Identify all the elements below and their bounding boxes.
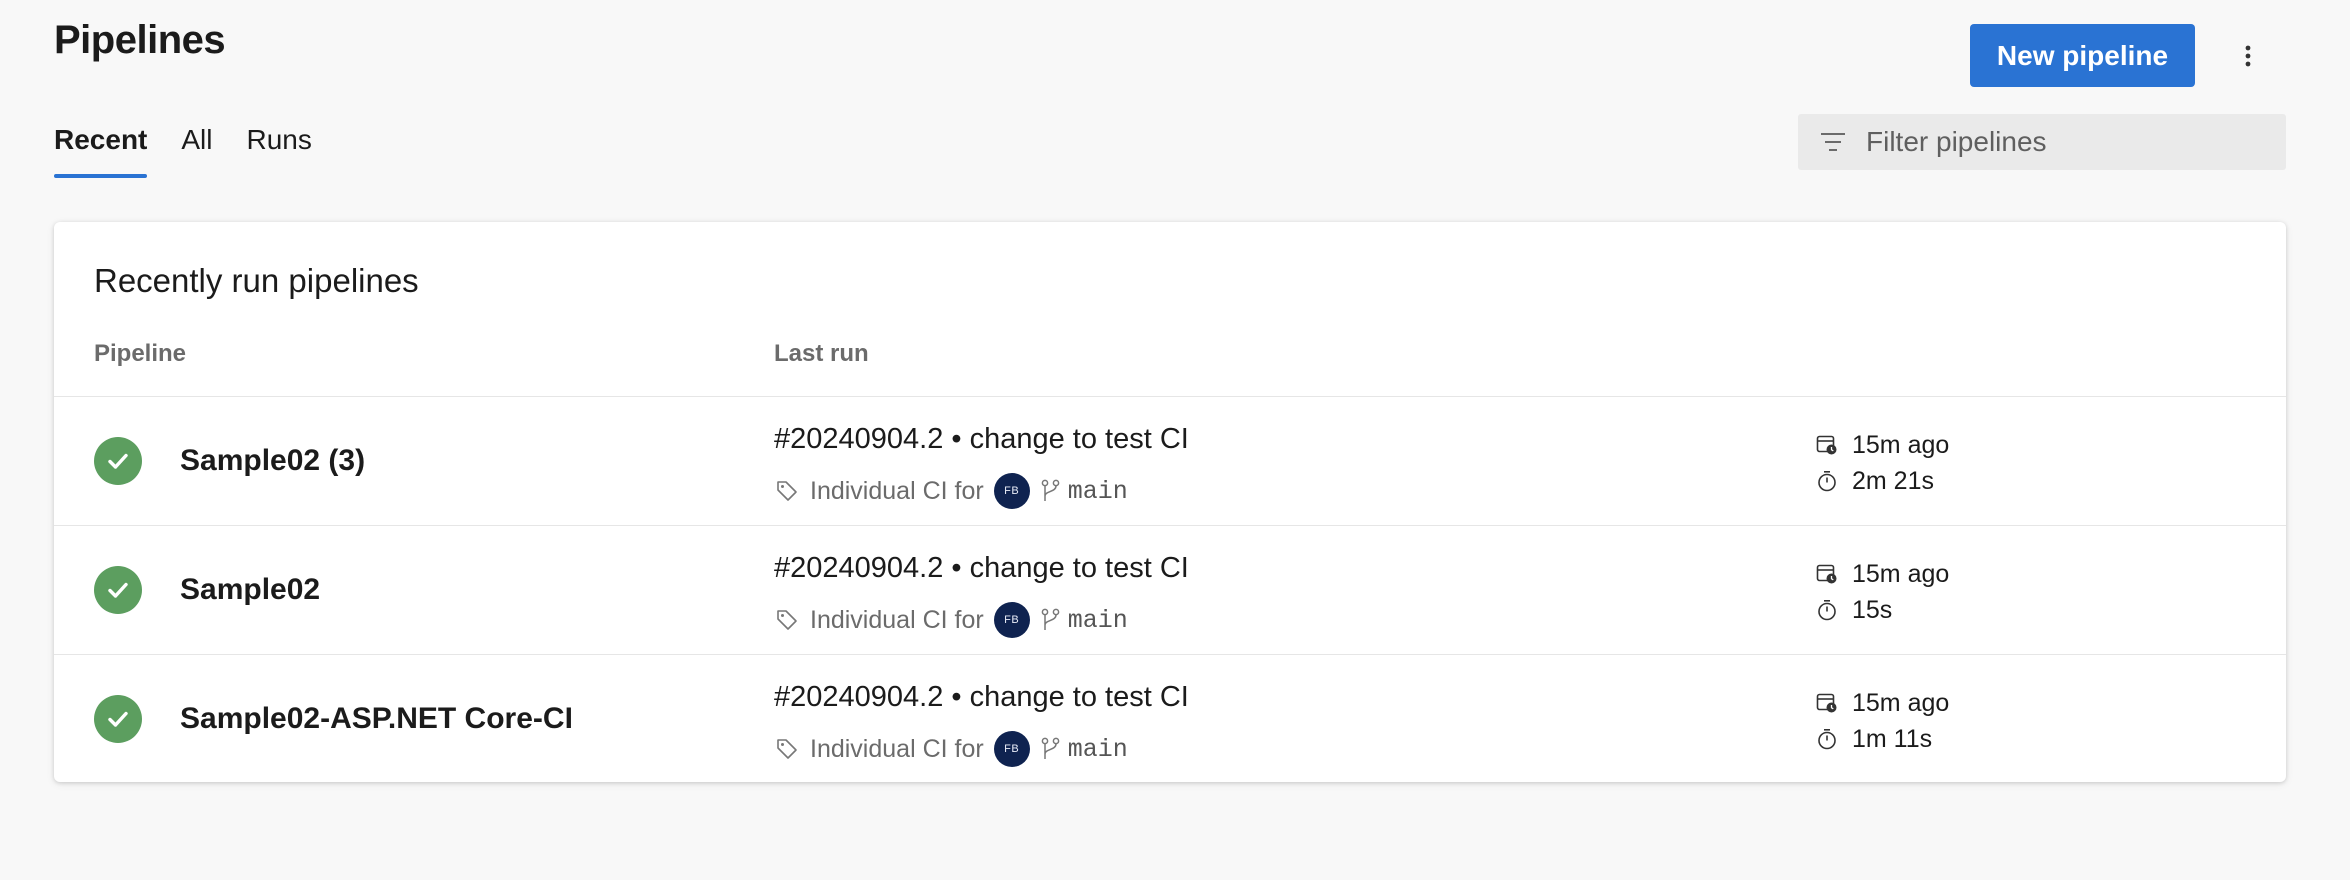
duration: 15s	[1852, 595, 1893, 624]
pipeline-row[interactable]: Sample02-ASP.NET Core-CI #20240904.2 • c…	[54, 655, 2286, 782]
run-title-link[interactable]: #20240904.2 • change to test CI	[774, 423, 1189, 456]
avatar: FB	[993, 473, 1030, 509]
more-actions-button[interactable]	[2228, 34, 2268, 78]
tab-all[interactable]: All	[181, 124, 212, 178]
more-vertical-icon	[2245, 45, 2251, 67]
tag-icon	[777, 739, 797, 759]
run-meta: Individual CI for FB main	[776, 731, 1128, 767]
duration: 1m 11s	[1852, 724, 1933, 753]
filter-icon	[1821, 133, 1845, 151]
tag-icon	[777, 481, 797, 501]
tab-bar: Recent All Runs	[54, 124, 346, 178]
run-meta: Individual CI for FB main	[776, 602, 1128, 638]
calendar-clock-icon	[1816, 693, 1837, 713]
new-pipeline-button[interactable]: New pipeline	[1970, 24, 2195, 87]
branch-name: main	[1067, 734, 1128, 764]
tab-recent[interactable]: Recent	[54, 124, 148, 178]
started-time: 15m ago	[1852, 559, 1950, 588]
stopwatch-icon	[1818, 728, 1836, 750]
pipeline-row[interactable]: Sample02 #20240904.2 • change to test CI…	[54, 526, 2286, 655]
started-time: 15m ago	[1852, 430, 1950, 459]
calendar-clock-icon	[1816, 435, 1837, 455]
page-title: Pipelines	[54, 18, 226, 62]
branch-icon	[1041, 608, 1060, 630]
card-title: Recently run pipelines	[94, 262, 419, 299]
filter-box[interactable]	[1798, 114, 2286, 170]
avatar: FB	[993, 731, 1030, 767]
status-success-icon	[94, 566, 142, 614]
trigger-text: Individual CI for	[810, 605, 984, 634]
branch-icon	[1041, 479, 1060, 501]
column-header-pipeline: Pipeline	[94, 340, 187, 367]
run-title-link[interactable]: #20240904.2 • change to test CI	[774, 681, 1189, 714]
run-meta: Individual CI for FB main	[776, 473, 1128, 509]
pipelines-page: Pipelines New pipeline Recent All Runs R…	[0, 0, 2350, 880]
trigger-text: Individual CI for	[810, 734, 984, 763]
status-success-icon	[94, 437, 142, 485]
pipeline-name-link[interactable]: Sample02 (3)	[180, 444, 365, 478]
tag-icon	[777, 610, 797, 630]
column-header-last-run: Last run	[774, 340, 869, 367]
avatar: FB	[993, 602, 1030, 638]
run-title-link[interactable]: #20240904.2 • change to test CI	[774, 552, 1189, 585]
branch-icon	[1041, 737, 1060, 759]
duration: 2m 21s	[1852, 466, 1934, 495]
filter-input[interactable]	[1864, 125, 2268, 159]
calendar-clock-icon	[1816, 564, 1837, 584]
pipeline-name-link[interactable]: Sample02-ASP.NET Core-CI	[180, 702, 573, 736]
pipeline-name-link[interactable]: Sample02	[180, 573, 320, 607]
trigger-text: Individual CI for	[810, 476, 984, 505]
branch-name: main	[1067, 476, 1128, 506]
branch-name: main	[1067, 605, 1128, 635]
stopwatch-icon	[1818, 599, 1836, 621]
run-times: 15m ago 1m 11s	[1816, 685, 1949, 757]
tab-runs[interactable]: Runs	[247, 124, 312, 178]
stopwatch-icon	[1818, 470, 1836, 492]
pipeline-row[interactable]: Sample02 (3) #20240904.2 • change to tes…	[54, 397, 2286, 526]
status-success-icon	[94, 695, 142, 743]
started-time: 15m ago	[1852, 688, 1950, 717]
run-times: 15m ago 2m 21s	[1816, 427, 1949, 499]
run-times: 15m ago 15s	[1816, 556, 1949, 628]
recent-pipelines-card: Recently run pipelines Pipeline Last run…	[54, 222, 2286, 782]
